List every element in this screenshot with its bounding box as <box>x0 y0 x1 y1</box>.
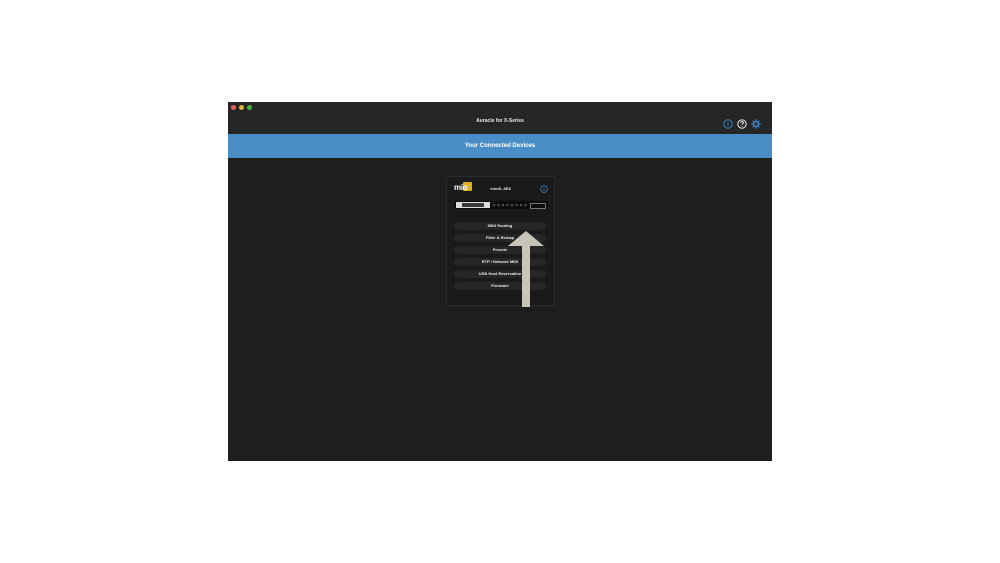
device-port-label <box>530 203 546 209</box>
minimize-window-button[interactable] <box>239 105 244 110</box>
up-arrow-icon <box>508 231 544 307</box>
gear-icon[interactable] <box>751 119 761 129</box>
device-front-panel-image <box>454 201 548 209</box>
banner-title: Your Connected Devices <box>464 143 536 149</box>
info-icon[interactable] <box>723 119 733 129</box>
device-ports <box>492 203 527 207</box>
help-icon[interactable] <box>737 119 747 129</box>
app-window: Auracle for X-Series Your Connected Devi… <box>228 102 772 461</box>
maximize-window-button[interactable] <box>247 105 252 110</box>
connected-devices-banner: Your Connected Devices <box>228 134 772 158</box>
app-title: Auracle for X-Series <box>476 118 524 124</box>
close-window-button[interactable] <box>231 105 236 110</box>
device-screen <box>456 202 490 208</box>
menu-item-midi-routing[interactable]: MIDI Routing <box>454 222 546 230</box>
title-bar: Auracle for X-Series <box>228 102 772 134</box>
device-info-icon[interactable] <box>540 185 548 193</box>
device-name: mioXL 8E8 <box>490 186 511 191</box>
